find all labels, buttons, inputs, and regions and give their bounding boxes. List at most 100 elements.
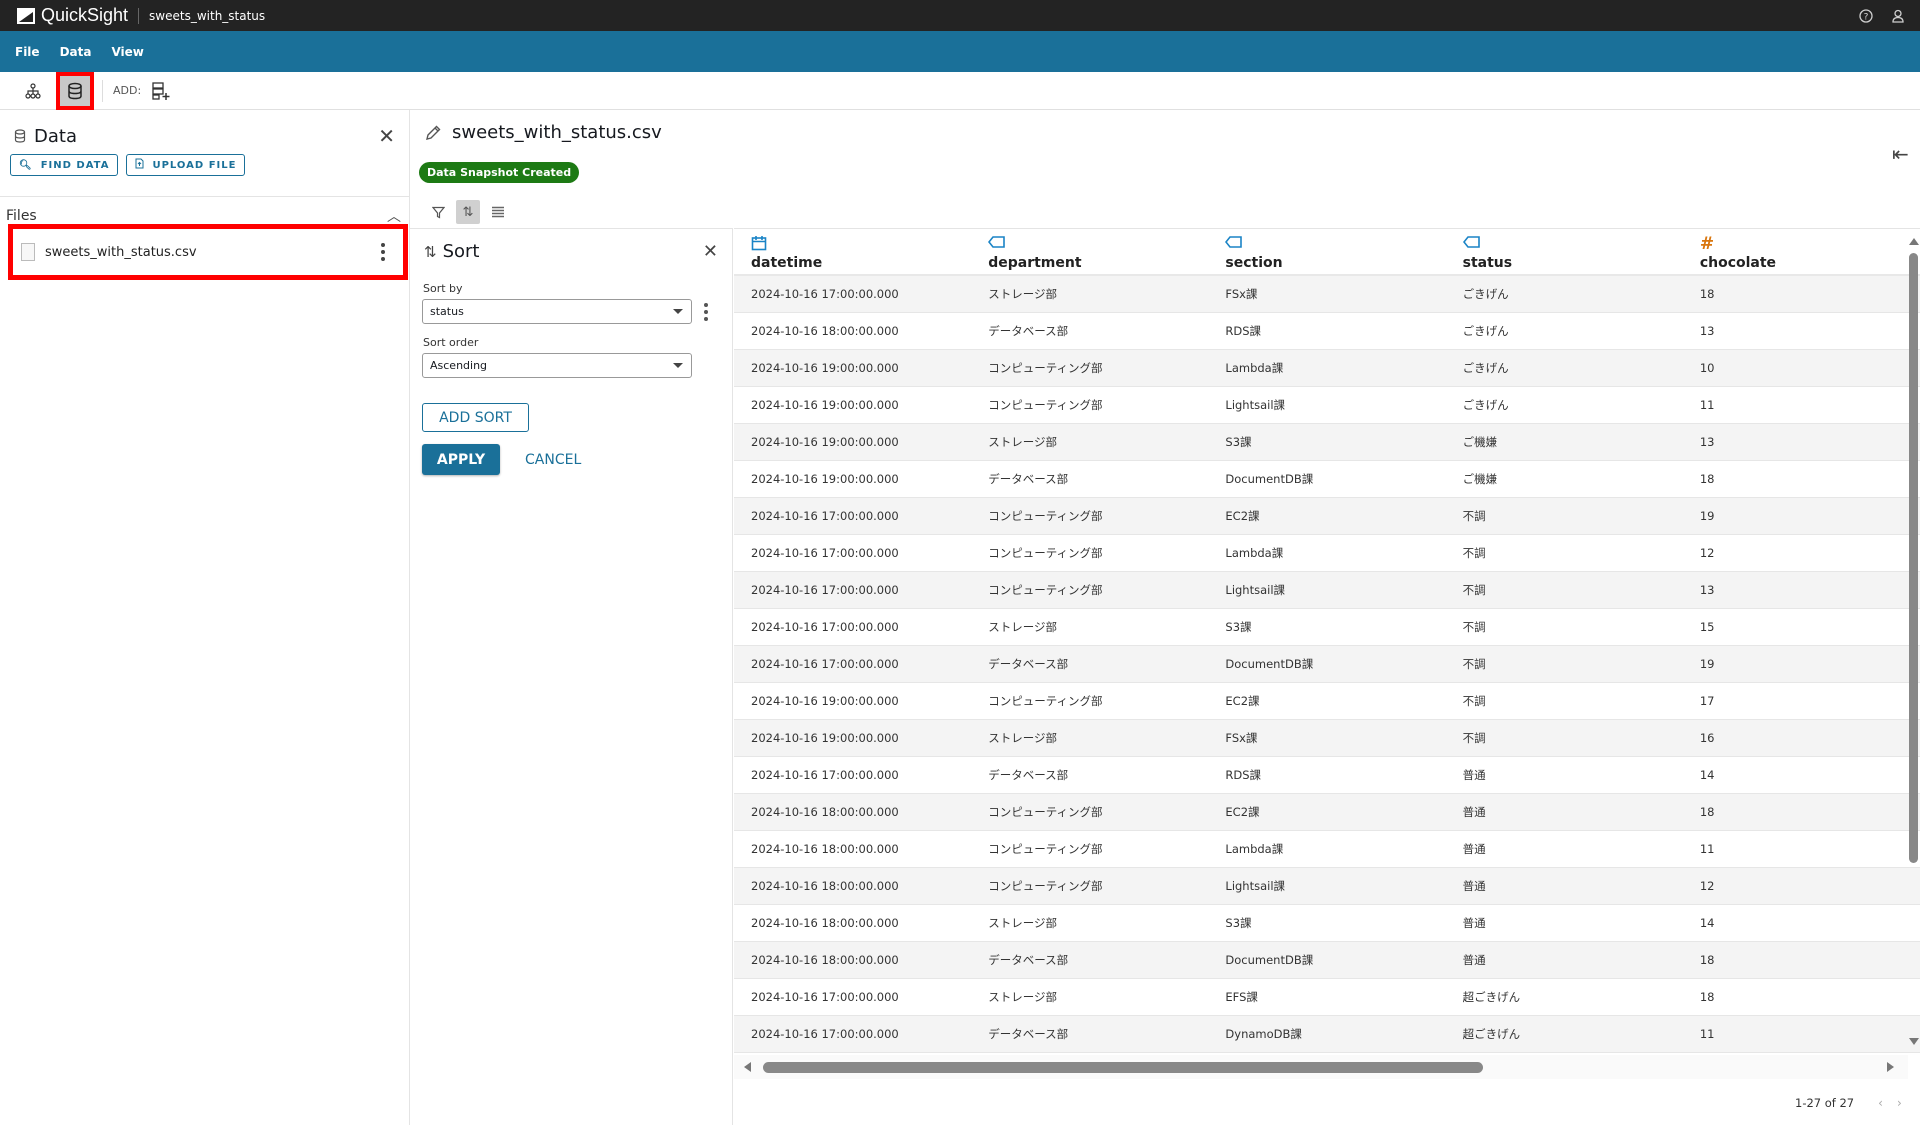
table-row: 2024-10-16 19:00:00.000 コンピューティング部 EC2課 不調 1… — [734, 683, 1920, 720]
menu-file[interactable]: File — [15, 45, 40, 59]
close-data-panel-icon[interactable]: ✕ — [378, 124, 395, 148]
search-icon: 🔍︎ — [19, 159, 33, 171]
fields-button[interactable] — [486, 200, 510, 224]
file-options-icon[interactable] — [381, 243, 385, 261]
sort-order-select[interactable]: Ascending — [422, 353, 692, 378]
hierarchy-button[interactable] — [18, 76, 48, 106]
cell-status: 不調 — [1462, 657, 1486, 671]
cell-section: Lambda課 — [1225, 361, 1284, 375]
horizontal-scrollbar[interactable] — [734, 1055, 1908, 1079]
cell-status: 超ごきげん — [1462, 990, 1521, 1004]
table-row: 2024-10-16 18:00:00.000 ストレージ部 S3課 普通 14 — [734, 905, 1920, 942]
find-data-button[interactable]: 🔍︎ FIND DATA — [10, 154, 119, 176]
user-icon[interactable] — [1890, 8, 1906, 24]
table-row: 2024-10-16 19:00:00.000 ストレージ部 FSx課 不調 16 — [734, 720, 1920, 757]
column-header-label: datetime — [751, 255, 823, 271]
file-item[interactable]: sweets_with_status.csv — [8, 224, 408, 280]
cell-status: 不調 — [1462, 509, 1486, 523]
cell-department: データベース部 — [988, 1027, 1069, 1041]
sort-options-icon[interactable] — [704, 302, 708, 321]
column-header-label: department — [988, 255, 1082, 271]
column-header-section[interactable]: section — [1208, 229, 1445, 274]
filter-icon — [431, 206, 445, 218]
chevron-up-icon[interactable]: ︿ — [387, 206, 401, 226]
cell-datetime: 2024-10-16 17:00:00.000 — [751, 509, 899, 523]
cell-chocolate: 18 — [1699, 287, 1715, 301]
database-icon — [68, 82, 82, 99]
cell-section: S3課 — [1225, 620, 1252, 634]
scroll-left-icon[interactable] — [744, 1062, 751, 1072]
svg-text:?: ? — [1864, 12, 1869, 22]
cell-department: ストレージ部 — [988, 990, 1057, 1004]
cell-datetime: 2024-10-16 18:00:00.000 — [751, 916, 899, 930]
edit-pencil-icon[interactable] — [424, 124, 442, 142]
scroll-right-icon[interactable] — [1887, 1062, 1894, 1072]
add-label: ADD: — [113, 84, 142, 97]
filter-button[interactable] — [426, 200, 450, 224]
cell-section: DynamoDB課 — [1225, 1027, 1302, 1041]
cell-status: 不調 — [1462, 731, 1486, 745]
file-name: sweets_with_status.csv — [45, 244, 197, 260]
vertical-scroll-thumb[interactable] — [1909, 253, 1918, 863]
cell-chocolate: 13 — [1699, 324, 1715, 338]
help-icon[interactable]: ? — [1858, 8, 1874, 24]
cell-section: DocumentDB課 — [1225, 657, 1314, 671]
close-sort-panel-icon[interactable]: ✕ — [703, 241, 718, 262]
cell-department: データベース部 — [988, 953, 1069, 967]
cell-status: 普通 — [1462, 916, 1486, 930]
menu-view[interactable]: View — [111, 45, 143, 59]
cell-chocolate: 13 — [1699, 583, 1715, 597]
upload-file-button[interactable]: UPLOAD FILE — [126, 154, 246, 176]
column-header-chocolate[interactable]: # chocolate — [1683, 229, 1920, 274]
title-divider — [138, 7, 140, 24]
cell-chocolate: 16 — [1699, 731, 1715, 745]
vertical-scrollbar[interactable] — [1908, 236, 1920, 1051]
cell-status: 不調 — [1462, 546, 1486, 560]
next-page-icon[interactable]: › — [1897, 1096, 1902, 1110]
menu-data[interactable]: Data — [60, 45, 92, 59]
sort-by-value: status — [430, 305, 464, 318]
sort-button[interactable]: ⇅ — [456, 200, 480, 224]
cell-department: ストレージ部 — [988, 916, 1057, 930]
data-panel-title: Data — [34, 125, 77, 147]
caret-down-icon — [673, 363, 683, 368]
cell-section: EC2課 — [1225, 694, 1260, 708]
cell-datetime: 2024-10-16 17:00:00.000 — [751, 287, 899, 301]
upload-file-label: UPLOAD FILE — [152, 159, 237, 171]
cell-status: 普通 — [1462, 768, 1486, 782]
table-row: 2024-10-16 19:00:00.000 コンピューティング部 Lightsa… — [734, 387, 1920, 424]
cell-chocolate: 18 — [1699, 805, 1715, 819]
database-button[interactable] — [56, 71, 94, 110]
column-header-status[interactable]: status — [1446, 229, 1683, 274]
column-header-datetime[interactable]: datetime — [734, 229, 971, 274]
scroll-up-icon[interactable] — [1909, 238, 1919, 245]
cell-status: ごきげん — [1462, 398, 1509, 412]
tag-icon — [1462, 235, 1683, 255]
toolbar-divider — [102, 79, 103, 102]
apply-button[interactable]: APPLY — [422, 444, 500, 475]
previous-page-icon[interactable]: ‹ — [1878, 1096, 1883, 1110]
cell-status: 不調 — [1462, 694, 1486, 708]
cell-status: ご機嫌 — [1462, 435, 1498, 449]
table-row: 2024-10-16 17:00:00.000 データベース部 DynamoDB課 超… — [734, 1016, 1920, 1053]
dataset-name[interactable]: sweets_with_status.csv — [452, 122, 662, 143]
cell-section: S3課 — [1225, 916, 1252, 930]
horizontal-scroll-thumb[interactable] — [763, 1062, 1483, 1073]
tag-icon — [1225, 235, 1445, 255]
file-icon — [21, 243, 35, 261]
scroll-down-icon[interactable] — [1909, 1038, 1919, 1045]
cell-datetime: 2024-10-16 19:00:00.000 — [751, 361, 899, 375]
quicksight-logo[interactable]: QuickSight — [17, 5, 128, 26]
cell-section: EFS課 — [1225, 990, 1258, 1004]
find-data-label: FIND DATA — [40, 159, 110, 171]
collapse-panel-icon[interactable]: ⇤ — [1892, 142, 1909, 166]
toolbar: ADD: — [0, 71, 1920, 110]
column-header-department[interactable]: department — [971, 229, 1208, 274]
sort-by-select[interactable]: status — [422, 299, 692, 324]
add-sort-button[interactable]: ADD SORT — [422, 403, 529, 432]
add-data-button[interactable] — [146, 76, 176, 106]
table-row: 2024-10-16 17:00:00.000 コンピューティング部 EC2課 不調 1… — [734, 498, 1920, 535]
cancel-button[interactable]: CANCEL — [525, 452, 581, 468]
table-row: 2024-10-16 18:00:00.000 コンピューティング部 Lambda課… — [734, 831, 1920, 868]
cell-section: RDS課 — [1225, 768, 1262, 782]
